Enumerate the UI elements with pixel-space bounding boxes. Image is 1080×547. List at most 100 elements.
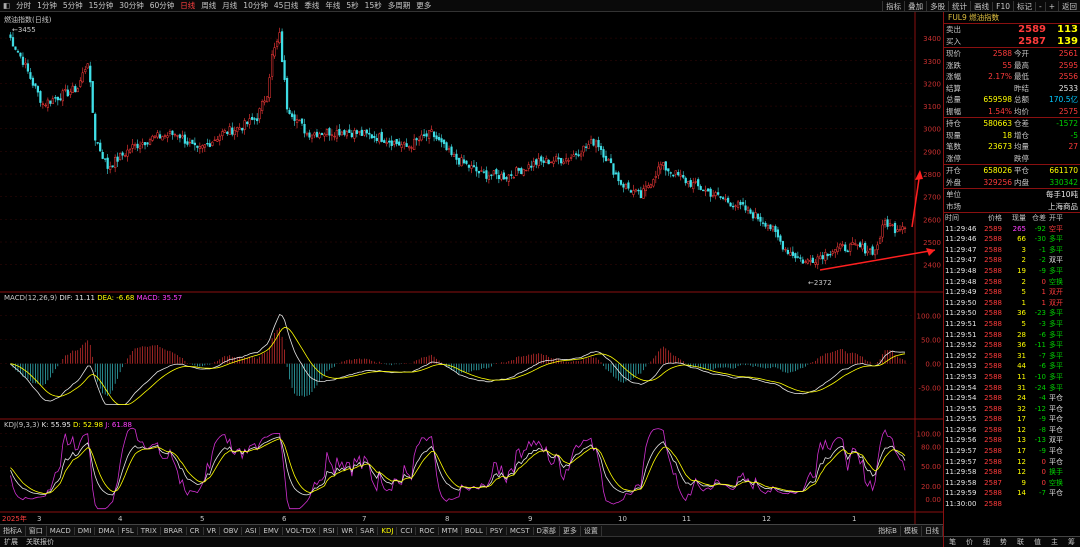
indicator-tab-6[interactable]: TRIX xyxy=(138,526,161,535)
indicator-tab-14[interactable]: RSI xyxy=(320,526,339,535)
tick-cell-3: -9 xyxy=(1039,447,1046,456)
period-tab-1[interactable]: 1分钟 xyxy=(34,0,60,11)
tick-table[interactable]: 11:29:46 2589 265 -92 空平 11:29:46 2588 66 -30 多平 1… xyxy=(944,224,1080,510)
indicator-tab-1[interactable]: 窗口 xyxy=(26,525,47,536)
indicator-tab-12[interactable]: EMV xyxy=(260,526,283,535)
pos-value-a: 580663 xyxy=(983,119,1012,128)
price-tick-label: 3100 xyxy=(923,103,941,111)
candle-body xyxy=(637,189,640,192)
indicator-tab-8[interactable]: CR xyxy=(187,526,204,535)
indicator-tab-9[interactable]: VR xyxy=(204,526,221,535)
kline-chart-svg[interactable]: 3400 3300 3200 3100 3000 2900 2800 2700 2600 2500… xyxy=(0,12,943,524)
quote-panel-tab-4[interactable]: 联 xyxy=(1012,537,1029,547)
candle-body xyxy=(156,132,159,138)
indicator-tab-17[interactable]: KDJ xyxy=(378,526,398,535)
toolbar-menu-icon[interactable]: ◧ xyxy=(0,1,13,10)
quote-panel-tab-5[interactable]: 值 xyxy=(1029,537,1046,547)
candle-body xyxy=(398,141,401,146)
toolbar-right-item-5[interactable]: F10 xyxy=(992,1,1013,11)
toolbar-right-item-8[interactable]: + xyxy=(1044,1,1058,11)
tick-cell-3: -3 xyxy=(1039,319,1046,328)
indicator-right-item-1[interactable]: 模板 xyxy=(901,525,922,536)
indicator-tab-26[interactable]: 设置 xyxy=(581,525,602,536)
indicator-tab-2[interactable]: MACD xyxy=(47,526,75,535)
toolbar-right-item-4[interactable]: 画线 xyxy=(970,0,992,12)
period-tab-7[interactable]: 周线 xyxy=(198,0,219,11)
indicator-tab-19[interactable]: ROC xyxy=(416,526,439,535)
quote-panel-tab-3[interactable]: 势 xyxy=(995,537,1012,547)
toolbar-right-item-7[interactable]: - xyxy=(1034,1,1045,11)
candle-body xyxy=(532,161,535,167)
indicator-tab-11[interactable]: ASI xyxy=(242,526,261,535)
indicator-tab-16[interactable]: SAR xyxy=(357,526,379,535)
indicator-tab-7[interactable]: BRAR xyxy=(161,526,187,535)
tick-cell-0: 11:29:46 xyxy=(945,235,977,244)
indicator-tab-15[interactable]: WR xyxy=(338,526,358,535)
toolbar-right-item-1[interactable]: 叠加 xyxy=(904,0,926,12)
indicator-tab-21[interactable]: BOLL xyxy=(462,526,487,535)
indicator-right-item-0[interactable]: 指标B xyxy=(875,525,901,536)
tick-row: 11:29:59 2588 14 -7 平仓 xyxy=(944,488,1080,499)
candle-body xyxy=(542,160,545,163)
indicator-tab-10[interactable]: OBV xyxy=(220,526,243,535)
toolbar-right-item-2[interactable]: 多股 xyxy=(926,0,948,12)
period-tab-5[interactable]: 60分钟 xyxy=(147,0,178,11)
toolbar-right-item-6[interactable]: 标记 xyxy=(1012,0,1035,12)
macd-tick-label: 50.00 xyxy=(921,336,941,344)
period-tab-4[interactable]: 30分钟 xyxy=(116,0,147,11)
candle-body xyxy=(535,159,538,165)
candle-body xyxy=(582,145,585,153)
indicator-tab-4[interactable]: DMA xyxy=(95,526,119,535)
quote-panel-tab-7[interactable]: 筹 xyxy=(1063,537,1080,547)
toolbar-right-item-0[interactable]: 指标 xyxy=(882,0,904,12)
indicator-tab-22[interactable]: PSY xyxy=(487,526,507,535)
indicator-tab-24[interactable]: D滚部 xyxy=(534,525,560,536)
pos-label-b: 均量 xyxy=(1014,142,1029,151)
candle-body xyxy=(21,56,25,65)
period-tab-16[interactable]: 更多 xyxy=(413,0,434,11)
period-tab-10[interactable]: 45日线 xyxy=(271,0,302,11)
period-tab-9[interactable]: 10分钟 xyxy=(240,0,271,11)
quote-panel-tab-1[interactable]: 价 xyxy=(961,537,978,547)
period-tab-0[interactable]: 分时 xyxy=(13,0,34,11)
candle-body xyxy=(834,249,837,253)
candle-body xyxy=(744,205,747,211)
candle-body xyxy=(804,261,807,263)
indicator-tab-13[interactable]: VOL-TDX xyxy=(283,526,320,535)
candle-body xyxy=(574,153,578,156)
period-tab-15[interactable]: 多周期 xyxy=(385,0,414,11)
toolbar-right-item-9[interactable]: 返回 xyxy=(1058,0,1080,12)
period-tab-6[interactable]: 日线 xyxy=(177,0,198,11)
quote-panel-tab-0[interactable]: 笔 xyxy=(944,537,961,547)
x-axis-label: 5 xyxy=(200,515,204,523)
indicator-tab-0[interactable]: 指标A xyxy=(0,525,26,536)
status-related-quote[interactable]: 关联报价 xyxy=(22,537,58,547)
quote-panel-tab-6[interactable]: 主 xyxy=(1046,537,1063,547)
indicator-tab-20[interactable]: MTM xyxy=(439,526,462,535)
period-tab-11[interactable]: 季线 xyxy=(301,0,322,11)
kdj-legend: KDJ(9,3,3) K: 55.95 D: 52.98 J: 61.88 xyxy=(4,421,132,429)
period-tab-14[interactable]: 15秒 xyxy=(362,0,385,11)
chart-area[interactable]: 3400 3300 3200 3100 3000 2900 2800 2700 2600 2500… xyxy=(0,12,943,524)
tick-row: 11:29:51 2588 28 -6 多平 xyxy=(944,330,1080,341)
tick-cell-3: -8 xyxy=(1039,425,1046,434)
period-tab-12[interactable]: 年线 xyxy=(322,0,343,11)
indicator-tab-5[interactable]: FSL xyxy=(119,526,138,535)
indicator-tab-23[interactable]: MCST xyxy=(507,526,534,535)
indicator-tab-3[interactable]: DMI xyxy=(75,526,96,535)
period-tab-8[interactable]: 月线 xyxy=(219,0,240,11)
quote-panel-tab-2[interactable]: 细 xyxy=(978,537,995,547)
indicator-right-item-2[interactable]: 日线 xyxy=(922,525,943,536)
period-tab-3[interactable]: 15分钟 xyxy=(86,0,117,11)
indicator-tab-18[interactable]: CCI xyxy=(397,526,417,535)
status-expand[interactable]: 扩展 xyxy=(0,537,22,547)
candle-body xyxy=(353,130,356,139)
period-tab-13[interactable]: 5秒 xyxy=(343,0,361,11)
candle-body xyxy=(193,142,196,146)
tick-cell-4 xyxy=(1046,499,1063,510)
indicator-tab-25[interactable]: 更多 xyxy=(560,525,581,536)
toolbar-right-item-3[interactable]: 统计 xyxy=(948,0,970,12)
candle-body xyxy=(223,130,226,133)
period-tab-2[interactable]: 5分钟 xyxy=(60,0,86,11)
candle-body xyxy=(545,158,548,163)
